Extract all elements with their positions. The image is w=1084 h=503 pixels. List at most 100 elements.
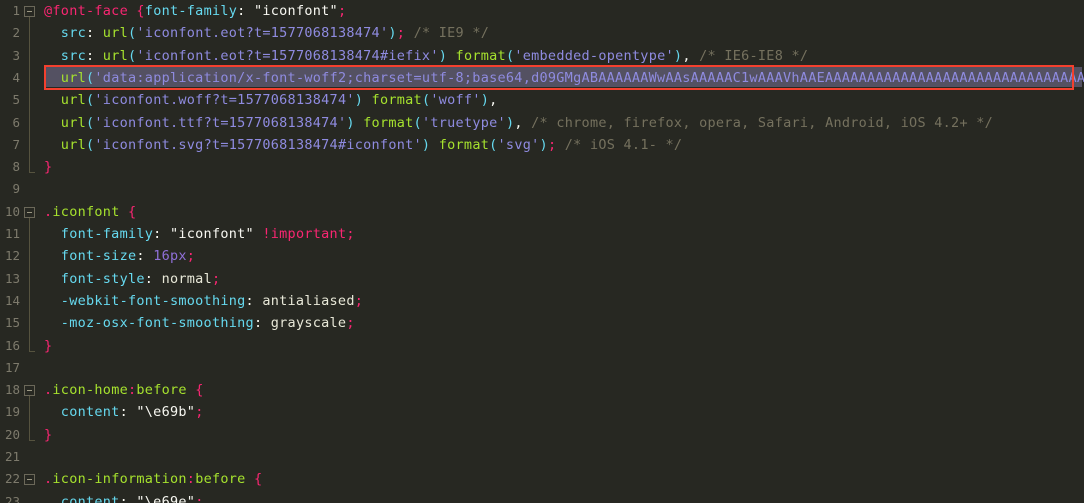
code-token: 'svg' (497, 136, 540, 153)
code-line-content: content: "\e69e"; (44, 491, 204, 503)
code-token: 'embedded-opentype' (514, 47, 674, 64)
code-line-content: url ('iconfont.ttf?t=1577068138474') form… (44, 112, 993, 134)
code-text-layer[interactable]: @font-face {font-family: "iconfont"; src… (0, 0, 1084, 503)
line-number: 22 (4, 471, 20, 487)
code-token: "\e69e" (136, 493, 196, 503)
line-number-gutter[interactable]: 1 2 3 4 5 6 7 8 9 10 11 12 13 14 15 16 17 18 19 20 21 22 23 (0, 0, 44, 503)
code-fold-collapse-icon[interactable] (24, 6, 35, 17)
code-token: font-size (60, 248, 137, 265)
line-number: 21 (4, 449, 20, 464)
line-number: 12 (4, 248, 20, 264)
code-line-content: } (44, 424, 52, 446)
code-token: "\e69b" (136, 404, 196, 421)
code-editor[interactable]: @font-face {font-family: "iconfont"; src… (0, 0, 1084, 503)
code-fold-guide-line (29, 17, 30, 174)
code-line-content: font-size: 16px; (44, 245, 195, 267)
code-token: icon-information (52, 471, 187, 488)
code-token: font-family (144, 3, 238, 19)
code-token: 'iconfont.ttf?t=1577068138474' (94, 114, 347, 131)
code-token: { (253, 471, 263, 488)
code-line[interactable]: @font-face {font-family: "iconfont"; (0, 0, 1084, 22)
code-line[interactable]: url ('iconfont.ttf?t=1577068138474') form… (0, 112, 1084, 134)
code-token: -webkit-font-smoothing (60, 292, 246, 309)
line-number: 20 (4, 426, 20, 442)
code-fold-guide-line (29, 217, 30, 352)
code-token: /* IE6-IE8 */ (699, 47, 809, 64)
line-number: 7 (12, 136, 20, 152)
code-line[interactable]: font-size: 16px; (0, 245, 1084, 267)
code-line[interactable]: url ('iconfont.svg?t=1577068138474#iconfo… (0, 134, 1084, 156)
code-token: 'truetype' (421, 114, 506, 131)
code-fold-collapse-icon[interactable] (24, 385, 35, 397)
code-line[interactable]: .icon-home:before { (0, 379, 1084, 401)
code-token: /* iOS 4.1- */ (564, 136, 683, 153)
code-line[interactable]: } (0, 156, 1084, 178)
line-number: 3 (12, 47, 20, 63)
code-token: } (44, 159, 53, 176)
code-token: url (102, 47, 128, 64)
code-line[interactable]: url('iconfont.woff?t=1577068138474') for… (0, 89, 1084, 111)
code-line-content: font-style: normal; (44, 268, 220, 290)
code-line-content: content: "\e69b"; (44, 401, 204, 423)
code-token: { (128, 203, 137, 220)
code-token: normal (161, 270, 212, 287)
code-line[interactable]: font-family: "iconfont" !important; (0, 223, 1084, 245)
code-token: ; (195, 404, 204, 421)
code-line-content: .icon-home:before { (44, 379, 204, 401)
code-line[interactable]: .iconfont { (0, 201, 1084, 223)
code-line[interactable]: content: "\e69e"; (0, 491, 1084, 503)
code-fold-collapse-icon[interactable] (24, 206, 35, 218)
code-token: } (44, 426, 53, 443)
line-number: 16 (4, 337, 20, 353)
code-line[interactable] (0, 357, 1084, 379)
line-number: 11 (4, 226, 20, 241)
code-token: 'iconfont.eot?t=1577068138474' (136, 25, 389, 42)
code-line-content: font-family: "iconfont" !important; (44, 223, 355, 245)
code-line[interactable]: } (0, 335, 1084, 357)
code-line[interactable]: src: url('iconfont.eot?t=1577068138474')… (0, 22, 1084, 44)
code-token: /* chrome, firefox, opera, Safari, Andro… (531, 114, 994, 131)
code-token: ; (186, 248, 196, 265)
code-line-content: .icon-information:before { (44, 468, 262, 490)
code-token: { (195, 382, 204, 399)
code-line[interactable] (0, 178, 1084, 200)
code-line[interactable]: font-style: normal; (0, 268, 1084, 290)
code-line-content: url('iconfont.woff?t=1577068138474') for… (44, 89, 498, 111)
code-line[interactable]: src: url('iconfont.eot?t=1577068138474#i… (0, 45, 1084, 67)
code-line[interactable]: } (0, 424, 1084, 446)
code-token: ) (438, 47, 448, 64)
code-fold-guide-line (29, 396, 30, 441)
code-line-content: src: url('iconfont.eot?t=1577068138474')… (44, 22, 489, 44)
code-token: , (682, 47, 691, 64)
code-line[interactable] (0, 446, 1084, 468)
code-token: url (60, 114, 86, 131)
code-area[interactable]: @font-face {font-family: "iconfont"; src… (0, 0, 1084, 503)
code-line[interactable]: url('data:application/x-font-woff2;chars… (0, 67, 1084, 89)
code-token: ; (354, 292, 364, 309)
code-token: : (119, 493, 137, 503)
line-number: 5 (12, 92, 20, 108)
code-token: content (60, 493, 120, 503)
code-line[interactable]: content: "\e69b"; (0, 401, 1084, 423)
code-line[interactable]: -moz-osx-font-smoothing: grayscale; (0, 312, 1084, 334)
code-line-content: -moz-osx-font-smoothing: grayscale; (44, 312, 355, 334)
code-token: : (237, 3, 254, 19)
code-token: url (102, 25, 128, 42)
code-line[interactable]: -webkit-font-smoothing: antialiased; (0, 290, 1084, 312)
code-line-content: @font-face {font-family: "iconfont"; (44, 0, 346, 22)
line-number: 14 (4, 292, 20, 308)
code-token: url (60, 69, 86, 86)
code-token: 'data:application/x-font-woff2;charset=u… (94, 69, 1084, 86)
code-fold-collapse-icon[interactable] (24, 474, 35, 486)
line-number: 23 (4, 493, 20, 503)
code-line[interactable]: .icon-information:before { (0, 468, 1084, 490)
